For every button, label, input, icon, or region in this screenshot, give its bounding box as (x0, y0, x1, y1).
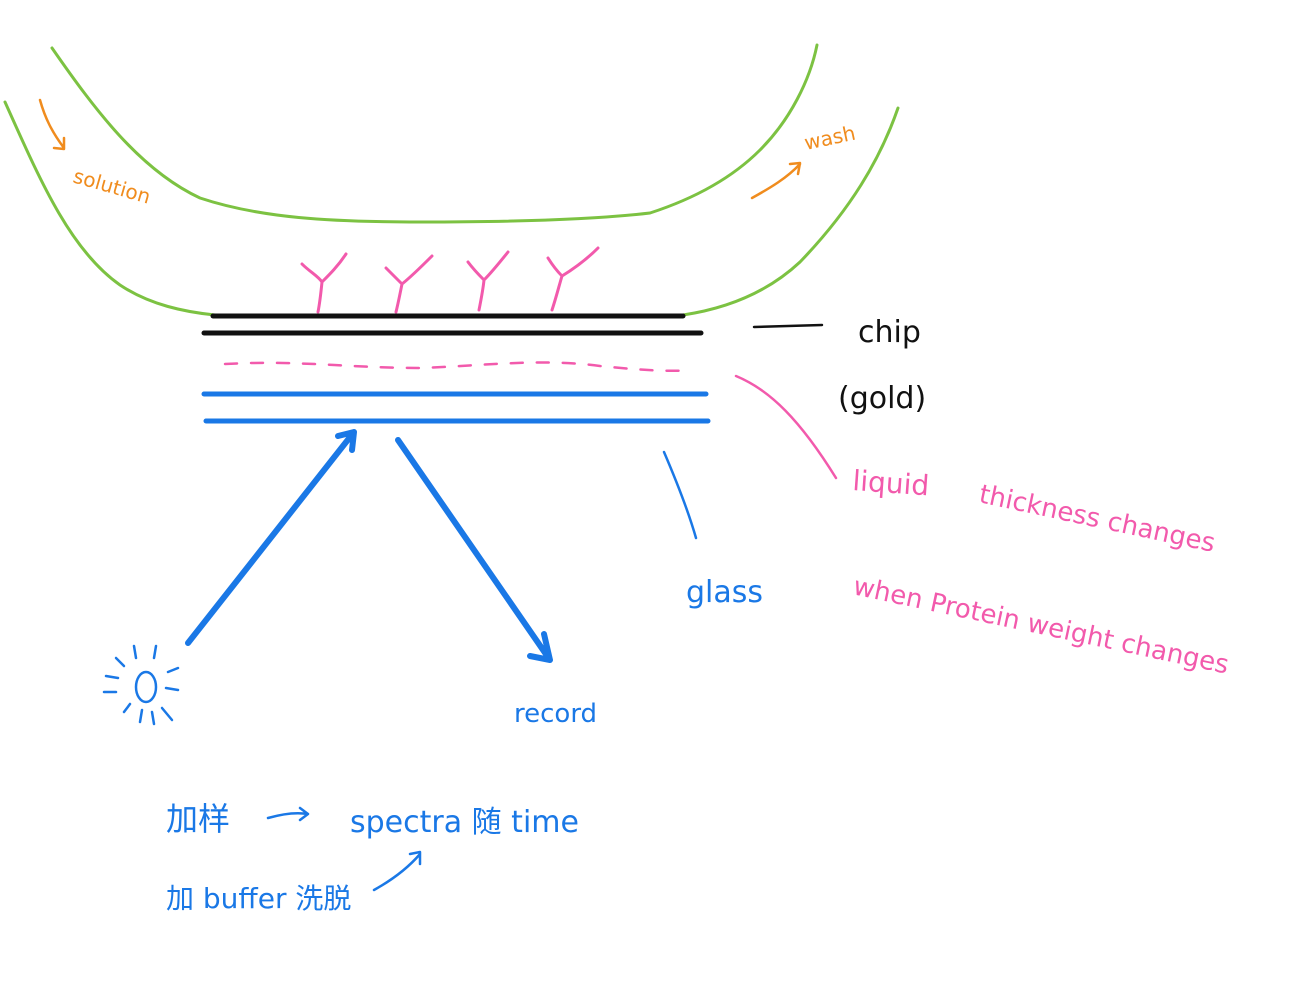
antibody-y-icon (466, 250, 510, 312)
liquid-layer (223, 361, 692, 373)
solution-label: solution (71, 164, 154, 209)
sun-ray (132, 644, 138, 660)
inflow-arrow-icon (38, 98, 66, 151)
spr-diagram: solution wash chip (gold) liquid thickne… (3, 43, 1232, 915)
sun-ray (104, 674, 120, 680)
antibody-y-icon (546, 246, 600, 312)
sun-ray (164, 686, 180, 692)
glass-leader-line (662, 450, 698, 540)
arrow-up-right-icon (372, 850, 422, 892)
sun-ray (152, 644, 158, 660)
diagram-canvas: solution wash chip (gold) liquid thickne… (0, 0, 1296, 1000)
sun-ray (138, 708, 144, 724)
glass-slide (201, 391, 711, 424)
chip-label: chip (858, 315, 921, 350)
incident-beam-arrow (185, 429, 357, 646)
reflected-beam-arrow (395, 437, 553, 663)
arrow-right-icon (266, 806, 310, 822)
protein-label: when Protein weight changes (851, 572, 1232, 681)
light-path (185, 429, 553, 663)
note-step-sample: 加样 (166, 800, 230, 838)
sun-core (134, 670, 158, 704)
sun-icon (102, 644, 180, 726)
flow-cell-outer-wall (3, 100, 900, 317)
outflow-arrow-icon (750, 161, 802, 200)
sun-ray (150, 710, 156, 726)
gold-label: (gold) (838, 381, 926, 416)
sun-ray (122, 702, 132, 714)
sun-ray (166, 666, 180, 674)
sun-ray (160, 706, 174, 722)
liquid-label: liquid (852, 464, 931, 502)
note-buffer-elution: 加 buffer 洗脱 (166, 882, 351, 915)
record-label: record (514, 699, 597, 729)
liquid-leader-line (734, 374, 838, 480)
thickness-label: thickness changes (977, 480, 1218, 559)
antibody-y-icon (384, 254, 434, 314)
chip-leader-line (752, 323, 824, 329)
antibody-y-icon (300, 252, 348, 314)
note-spectra-time: spectra 随 time (350, 805, 579, 840)
flow-arrows (38, 98, 802, 200)
antibody-layer (300, 246, 600, 314)
flow-cell (3, 43, 900, 317)
wash-label: wash (802, 121, 858, 155)
sun-ray (114, 656, 126, 668)
glass-label: glass (686, 575, 763, 610)
gold-chip (201, 313, 704, 336)
flow-cell-inner-wall (50, 43, 819, 224)
